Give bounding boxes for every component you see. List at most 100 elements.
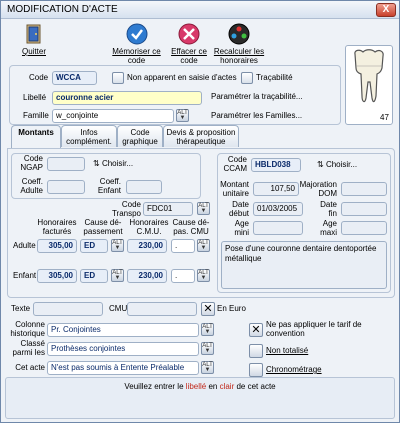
status-part-3: de cet acte bbox=[234, 382, 276, 391]
enfant-cause-button[interactable]: ALT ▼ bbox=[111, 269, 124, 282]
age-maxi-label: Age maxi bbox=[307, 219, 337, 238]
recalculer-label-1: Recalculer les bbox=[213, 47, 265, 56]
tab-code-graphique-label: Code graphique bbox=[122, 128, 158, 146]
montant-label-2: unitaire bbox=[222, 188, 249, 198]
col-cause-cmu-1: Cause dé- bbox=[172, 218, 210, 227]
adulte-cause-cmu-field[interactable]: . bbox=[171, 239, 195, 253]
adulte-cause-field[interactable]: ED bbox=[80, 239, 108, 253]
adulte-cause-button[interactable]: ALT ▼ bbox=[111, 239, 124, 252]
tooth-preview[interactable]: 47 bbox=[345, 45, 393, 125]
ccam-choisir-link[interactable]: ⇅ Choisir... bbox=[317, 160, 358, 170]
classe-field[interactable]: Prothèses conjointes bbox=[47, 342, 199, 356]
montant-unitaire-label: Montant unitaire bbox=[219, 180, 249, 199]
en-euro-checkbox[interactable]: ✕ bbox=[201, 302, 215, 316]
col-cause-dep: Cause dé-passement bbox=[81, 218, 125, 237]
tracabilite-checkbox[interactable] bbox=[241, 72, 253, 84]
adulte-cause-cmu-button[interactable]: ALT ▼ bbox=[197, 239, 210, 252]
code-field[interactable]: WCCA bbox=[52, 71, 97, 85]
status-clair: clair bbox=[219, 382, 235, 391]
coeff-enfant-label-1: Coeff. bbox=[99, 177, 121, 186]
colonne-hist-field[interactable]: Pr. Conjointes bbox=[47, 323, 199, 337]
coeff-adulte-label-1: Coeff. bbox=[21, 177, 43, 186]
coeff-adulte-label-2: Adulte bbox=[20, 185, 43, 195]
memoriser-button[interactable]: Mémoriser ce code bbox=[109, 23, 164, 65]
tab-devis[interactable]: Devis & proposition thérapeutique bbox=[163, 125, 239, 147]
exit-door-icon bbox=[26, 24, 41, 44]
code-transpo-field[interactable]: FDC01 bbox=[143, 202, 193, 216]
window-title: MODIFICATION D'ACTE bbox=[7, 4, 118, 15]
ne-pas-appliquer-checkbox[interactable]: ✕ bbox=[249, 323, 263, 337]
col-honoraires-2: facturés bbox=[42, 226, 72, 236]
classe-button[interactable]: ALT ▼ bbox=[201, 342, 214, 355]
effacer-label-1: Effacer ce bbox=[171, 47, 207, 56]
date-debut-label-2: début bbox=[228, 208, 249, 218]
date-fin-label-1: Date bbox=[320, 200, 337, 209]
chronometrage-checkbox[interactable] bbox=[249, 363, 263, 377]
montant-unitaire-field[interactable]: 107,50 bbox=[253, 182, 299, 196]
date-fin-field[interactable] bbox=[341, 202, 387, 216]
enfant-cmu-field[interactable]: 230,00 bbox=[127, 269, 167, 283]
non-totalise-checkbox[interactable] bbox=[249, 344, 263, 358]
age-maxi-field[interactable] bbox=[341, 221, 387, 235]
tooth-icon bbox=[354, 49, 384, 103]
code-ngap-field[interactable] bbox=[47, 157, 85, 171]
status-libelle: libellé bbox=[185, 382, 207, 391]
code-ngap-label-2: NGAP bbox=[20, 162, 43, 172]
tab-montants[interactable]: Montants bbox=[11, 125, 61, 149]
enfant-honoraires-field[interactable]: 305,00 bbox=[37, 269, 77, 283]
adulte-honoraires-field[interactable]: 305,00 bbox=[37, 239, 77, 253]
adulte-cmu-field[interactable]: 230,00 bbox=[127, 239, 167, 253]
majoration-dom-field[interactable] bbox=[341, 182, 387, 196]
texte-field[interactable] bbox=[33, 302, 103, 316]
enfant-cause-cmu-button[interactable]: ALT ▼ bbox=[197, 269, 210, 282]
ccam-description[interactable]: Pose d'une couronne dentaire dentoportée… bbox=[221, 241, 387, 289]
quitter-button[interactable]: Quitter bbox=[19, 23, 49, 56]
classe-label-2: parmi les bbox=[12, 347, 45, 357]
date-debut-field[interactable]: 01/03/2005 bbox=[253, 202, 303, 216]
ccam-choisir-label: Choisir... bbox=[325, 160, 358, 169]
recalculer-button[interactable]: Recalculer les honoraires bbox=[211, 23, 267, 65]
age-mini-label-1: Age bbox=[234, 219, 249, 228]
code-label: Code bbox=[29, 73, 49, 82]
col-honoraires-1: Honoraires bbox=[37, 218, 77, 227]
age-mini-field[interactable] bbox=[253, 221, 303, 235]
tab-code-graphique[interactable]: Code graphique bbox=[117, 125, 163, 147]
age-maxi-label-1: Age bbox=[322, 219, 337, 228]
col-cause-cmu-2: pas. CMU bbox=[173, 226, 209, 236]
ngap-choisir-link[interactable]: ⇅ Choisir... bbox=[93, 159, 134, 169]
code-transpo-button[interactable]: ALT ▼ bbox=[197, 202, 210, 215]
colonne-hist-label: Colonne historique bbox=[7, 320, 45, 339]
close-button[interactable]: X bbox=[376, 3, 396, 17]
ngap-choisir-label: Choisir... bbox=[101, 159, 134, 168]
age-mini-label: Age mini bbox=[219, 219, 249, 238]
date-fin-label-2: fin bbox=[328, 208, 337, 218]
cet-acte-field[interactable]: N'est pas soumis à Entente Préalable bbox=[47, 361, 199, 375]
cet-acte-label: Cet acte bbox=[15, 363, 45, 372]
libelle-field[interactable]: couronne acier bbox=[52, 91, 202, 105]
cet-acte-button[interactable]: ALT ▼ bbox=[201, 361, 214, 374]
colonne-hist-button[interactable]: ALT ▼ bbox=[201, 323, 214, 336]
param-tracabilite-link[interactable]: Paramétrer la traçabilité... bbox=[211, 92, 303, 102]
majoration-dom-label: Majoration DOM bbox=[297, 180, 337, 199]
majoration-label-1: Majoration bbox=[299, 180, 337, 189]
famille-field[interactable]: w_conjointe bbox=[52, 109, 174, 123]
param-familles-link[interactable]: Paramétrer les Familles... bbox=[211, 111, 302, 121]
coeff-enfant-field[interactable] bbox=[126, 180, 162, 194]
montant-label-1: Montant bbox=[220, 180, 249, 189]
libelle-label: Libellé bbox=[23, 93, 47, 102]
code-ccam-field[interactable]: HBLD038 bbox=[251, 158, 301, 172]
classe-label: Classé parmi les bbox=[7, 339, 45, 358]
tab-infos[interactable]: Infos complément. bbox=[61, 125, 117, 147]
enfant-cause-field[interactable]: ED bbox=[80, 269, 108, 283]
ngap-choisir-icon: ⇅ bbox=[93, 159, 102, 168]
cmu-field[interactable] bbox=[127, 302, 197, 316]
effacer-button[interactable]: Effacer ce code bbox=[169, 23, 209, 65]
coeff-adulte-field[interactable] bbox=[47, 180, 85, 194]
famille-dropdown-button[interactable]: ALT ▼ bbox=[176, 109, 189, 122]
cmu-label: CMU bbox=[109, 304, 128, 313]
enfant-cause-cmu-field[interactable]: . bbox=[171, 269, 195, 283]
non-apparent-checkbox[interactable] bbox=[112, 72, 124, 84]
coeff-adulte-label: Coeff. Adulte bbox=[15, 177, 43, 196]
col-cause-dep-2: passement bbox=[83, 226, 123, 236]
famille-label: Famille bbox=[23, 111, 49, 120]
